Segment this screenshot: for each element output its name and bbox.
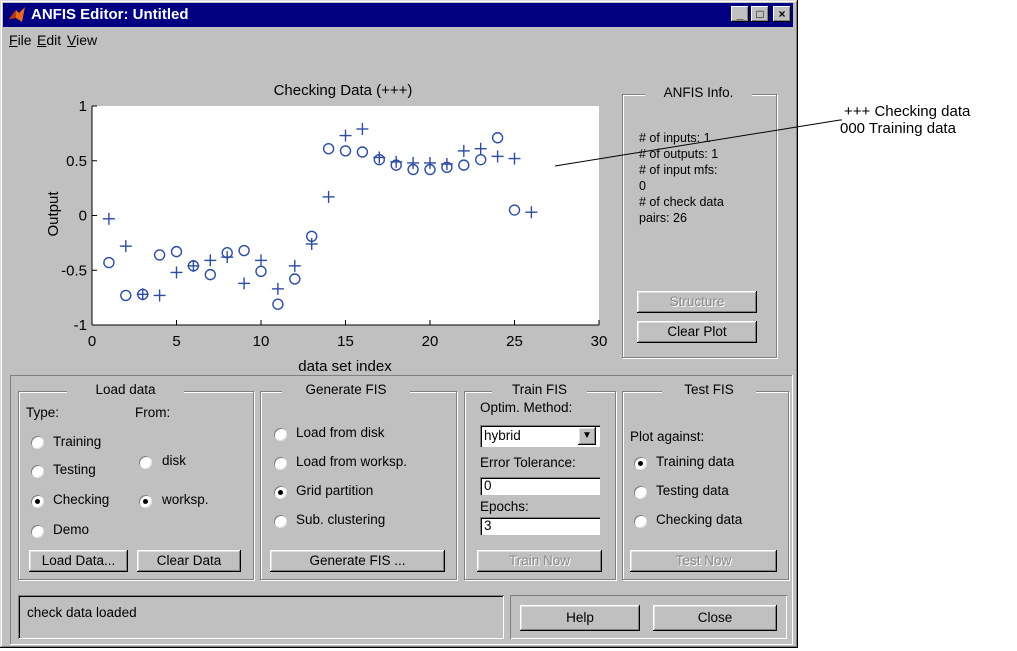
- help-button[interactable]: Help: [520, 605, 640, 631]
- plot-training-label: Training data: [656, 454, 735, 469]
- plot-training-radio[interactable]: [634, 457, 647, 470]
- test-fis-title: Test FIS: [662, 382, 756, 397]
- from-disk-radio[interactable]: [139, 456, 152, 469]
- y-tick-label: -1: [74, 317, 87, 334]
- legend-checking-data: +++ Checking data: [844, 103, 971, 120]
- structure-button[interactable]: Structure: [637, 291, 757, 313]
- grid-partition-radio[interactable]: [274, 486, 287, 499]
- x-axis-label: data set index: [298, 358, 392, 372]
- type-label: Type:: [26, 405, 60, 420]
- optim-method-value: hybrid: [484, 428, 521, 443]
- from-workspace-label: worksp.: [162, 492, 209, 507]
- menu-view[interactable]: View: [67, 32, 97, 48]
- legend-training-data: 000 Training data: [840, 120, 956, 137]
- sub-clustering-radio[interactable]: [274, 515, 287, 528]
- dropdown-arrow-icon[interactable]: ▼: [578, 427, 596, 445]
- status-text: check data loaded: [27, 605, 137, 620]
- menu-edit[interactable]: Edit: [37, 32, 61, 48]
- info-line-check-data: # of check data: [639, 195, 724, 209]
- type-demo-label: Demo: [53, 522, 90, 537]
- type-testing-label: Testing: [53, 462, 96, 477]
- clear-plot-button[interactable]: Clear Plot: [637, 321, 757, 343]
- x-tick-label: 30: [591, 333, 608, 350]
- chart-title: Checking Data (+++): [274, 82, 413, 99]
- error-tolerance-input[interactable]: 0: [480, 477, 600, 495]
- type-testing-radio[interactable]: [31, 465, 44, 478]
- close-button[interactable]: Close: [653, 605, 777, 631]
- plot-checking-radio[interactable]: [634, 515, 647, 528]
- plot-testing-radio[interactable]: [634, 486, 647, 499]
- load-data-title: Load data: [67, 382, 184, 397]
- train-fis-title: Train FIS: [492, 382, 587, 397]
- generate-fis-button[interactable]: Generate FIS ...: [270, 550, 445, 572]
- load-from-disk-label: Load from disk: [296, 425, 385, 440]
- error-tolerance-label: Error Tolerance:: [480, 455, 576, 470]
- type-checking-radio[interactable]: [31, 495, 44, 508]
- y-tick-label: 0.5: [66, 153, 87, 170]
- x-tick-label: 25: [506, 333, 523, 350]
- generate-fis-title: Generate FIS: [282, 382, 410, 397]
- type-training-radio[interactable]: [31, 436, 44, 449]
- type-training-label: Training: [53, 434, 102, 449]
- title-bar[interactable]: ANFIS Editor: Untitled _ □ ×: [3, 3, 793, 27]
- matlab-logo-icon: [9, 7, 25, 22]
- optim-method-label: Optim. Method:: [480, 400, 573, 415]
- x-tick-label: 20: [422, 333, 439, 350]
- load-from-disk-radio[interactable]: [274, 428, 287, 441]
- type-demo-radio[interactable]: [31, 525, 44, 538]
- menu-bar: File Edit View: [3, 29, 793, 51]
- from-disk-label: disk: [162, 453, 187, 468]
- load-data-button[interactable]: Load Data...: [29, 550, 128, 572]
- clear-data-button[interactable]: Clear Data: [137, 550, 241, 572]
- y-tick-label: 1: [79, 98, 87, 115]
- window-title: ANFIS Editor: Untitled: [31, 6, 189, 23]
- info-line-pairs: pairs: 26: [639, 211, 687, 225]
- plot-checking-label: Checking data: [656, 512, 743, 527]
- type-checking-label: Checking: [53, 492, 110, 507]
- load-from-workspace-radio[interactable]: [274, 457, 287, 470]
- y-tick-label: 0: [79, 208, 87, 225]
- plot-testing-label: Testing data: [656, 483, 729, 498]
- sub-clustering-label: Sub. clustering: [296, 512, 386, 527]
- anfis-info-title: ANFIS Info.: [645, 85, 752, 100]
- epochs-label: Epochs:: [480, 499, 529, 514]
- maximize-button[interactable]: □: [751, 6, 769, 22]
- x-tick-label: 15: [337, 333, 354, 350]
- menu-file[interactable]: File: [9, 32, 32, 48]
- x-tick-label: 0: [88, 333, 96, 350]
- test-now-button[interactable]: Test Now: [630, 550, 777, 572]
- info-line-mfs-value: 0: [639, 179, 646, 193]
- epochs-input[interactable]: 3: [480, 517, 600, 535]
- checking-data-plot[interactable]: Checking Data (+++) 0 5 10 15 20 25 30 1 0.5 0 -0.…: [40, 72, 620, 372]
- anfis-editor-window: ANFIS Editor: Untitled _ □ × File Edit V…: [0, 0, 798, 648]
- x-tick-label: 10: [253, 333, 270, 350]
- minimize-button[interactable]: _: [731, 6, 749, 22]
- grid-partition-label: Grid partition: [296, 483, 374, 498]
- train-now-button[interactable]: Train Now: [477, 550, 602, 572]
- optim-method-select[interactable]: hybrid ▼: [480, 425, 600, 447]
- y-tick-label: -0.5: [61, 262, 87, 279]
- y-axis-label: Output: [45, 191, 62, 237]
- close-window-button[interactable]: ×: [773, 6, 791, 22]
- plot-against-label: Plot against:: [630, 429, 705, 444]
- from-label: From:: [135, 405, 171, 420]
- from-workspace-radio[interactable]: [139, 495, 152, 508]
- x-tick-label: 5: [172, 333, 180, 350]
- load-from-workspace-label: Load from worksp.: [296, 454, 408, 469]
- legend-callout-lines: [554, 119, 842, 167]
